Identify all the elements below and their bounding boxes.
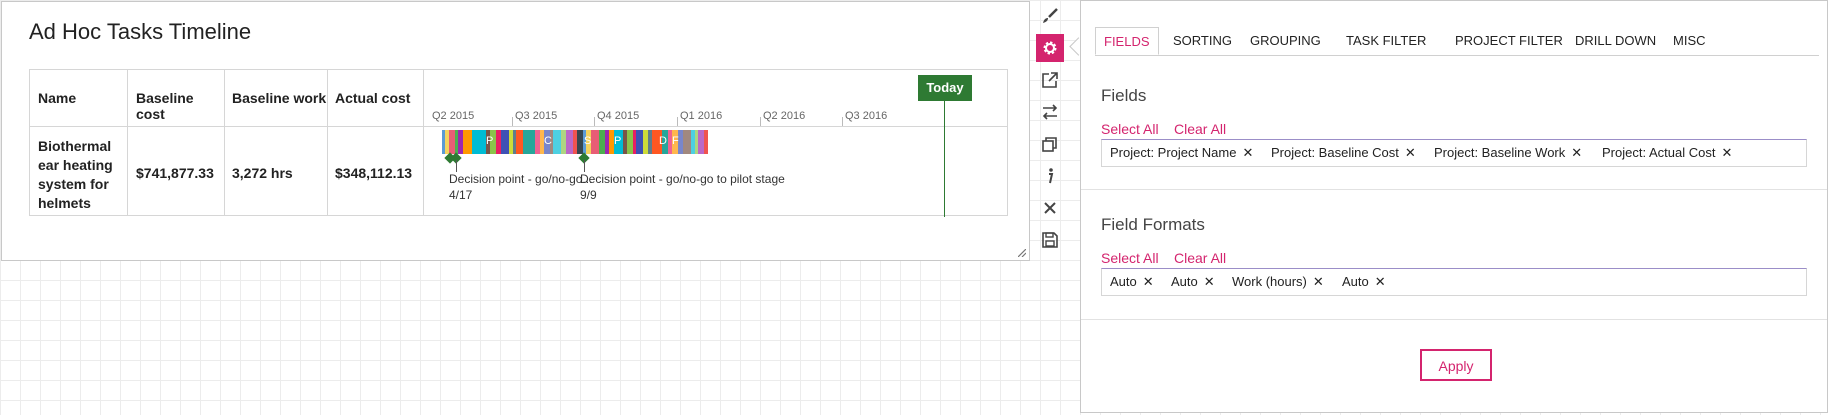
- format-chip: Auto ✕: [1110, 274, 1154, 290]
- brush-icon[interactable]: [1036, 2, 1064, 30]
- quarter-label: Q3 2016: [845, 110, 888, 122]
- format-chip: Auto ✕: [1171, 274, 1215, 290]
- remove-chip-icon[interactable]: ✕: [1313, 274, 1324, 290]
- fields-title: Fields: [1101, 86, 1147, 105]
- tab-fields[interactable]: FIELDS: [1095, 27, 1159, 55]
- task-bar-label: C: [544, 135, 552, 147]
- today-line: [944, 101, 945, 217]
- formats-chip-list: Auto ✕ Auto ✕ Work (hours) ✕ Auto ✕: [1101, 268, 1807, 296]
- task-bar[interactable]: [636, 130, 643, 154]
- remove-chip-icon[interactable]: ✕: [1721, 145, 1732, 161]
- quarter-label: Q4 2015: [597, 110, 640, 122]
- task-bar[interactable]: [591, 130, 599, 154]
- task-bar[interactable]: [683, 130, 691, 154]
- task-bar[interactable]: [472, 130, 486, 154]
- save-icon[interactable]: [1036, 226, 1064, 254]
- field-chip: Project: Actual Cost ✕: [1602, 145, 1733, 161]
- gear-icon[interactable]: [1036, 34, 1064, 62]
- tab-sorting[interactable]: SORTING: [1165, 27, 1240, 55]
- col-actual-cost: Actual cost: [328, 70, 424, 215]
- field-formats-title: Field Formats: [1101, 215, 1205, 234]
- quarter-tick: [677, 117, 678, 126]
- copy-icon[interactable]: [1036, 130, 1064, 158]
- quarter-label: Q1 2016: [680, 110, 723, 122]
- swap-icon[interactable]: [1036, 98, 1064, 126]
- format-chip: Work (hours) ✕: [1232, 274, 1324, 290]
- field-chip: Project: Baseline Cost ✕: [1271, 145, 1416, 161]
- gantt-timeline: Q2 2015 Q3 2015 Q4 2015 Q1 2016 Q2 2016 …: [424, 70, 1007, 217]
- timeline-widget: Ad Hoc Tasks Timeline Name Baseline cost…: [1, 1, 1030, 261]
- info-icon[interactable]: [1036, 162, 1064, 190]
- section-divider: [1081, 319, 1827, 320]
- quarter-tick: [760, 117, 761, 126]
- field-chip: Project: Project Name ✕: [1110, 145, 1254, 161]
- header-name: Name: [38, 90, 77, 106]
- task-bar[interactable]: [704, 130, 708, 154]
- tab-task-filter[interactable]: TASK FILTER: [1338, 27, 1434, 55]
- task-bar[interactable]: [553, 130, 561, 154]
- fields-select-all-link[interactable]: Select All: [1101, 121, 1159, 137]
- remove-chip-icon[interactable]: ✕: [1405, 145, 1416, 161]
- milestone-label: Decision point - go/no-go to pilot stage…: [580, 172, 785, 202]
- task-bar-label: P: [486, 135, 494, 147]
- remove-chip-icon[interactable]: ✕: [1571, 145, 1582, 161]
- section-divider: [1081, 189, 1827, 190]
- widget-title: Ad Hoc Tasks Timeline: [29, 19, 252, 44]
- settings-tabs: FIELDS SORTING GROUPING TASK FILTER PROJ…: [1095, 27, 1819, 56]
- tab-misc[interactable]: MISC: [1665, 27, 1714, 55]
- task-bar-label: P: [614, 135, 622, 147]
- task-bar-label: F: [672, 135, 679, 147]
- remove-chip-icon[interactable]: ✕: [1375, 274, 1386, 290]
- timeline-table: Name Baseline cost Baseline work Actual …: [29, 69, 1008, 217]
- quarter-label: Q3 2015: [515, 110, 558, 122]
- task-bar[interactable]: [516, 130, 523, 154]
- header-baseline-work: Baseline work: [232, 90, 327, 106]
- task-bar[interactable]: [566, 130, 573, 154]
- today-button[interactable]: Today: [918, 75, 972, 101]
- task-bar[interactable]: [463, 130, 472, 154]
- quarter-tick: [594, 117, 595, 126]
- remove-chip-icon[interactable]: ✕: [1242, 145, 1253, 161]
- quarter-label: Q2 2015: [432, 110, 475, 122]
- row-baseline-cost: $741,877.33: [136, 165, 214, 181]
- task-bar-label: S: [584, 135, 592, 147]
- tab-grouping[interactable]: GROUPING: [1242, 27, 1329, 55]
- remove-chip-icon[interactable]: ✕: [1143, 274, 1154, 290]
- task-bar-label: D: [659, 135, 667, 147]
- row-name: Biothermal ear heating system for helmet…: [38, 138, 113, 211]
- quarter-tick: [512, 117, 513, 126]
- tab-drill-down[interactable]: DRILL DOWN: [1567, 27, 1664, 55]
- col-baseline-cost: Baseline cost: [128, 70, 225, 215]
- task-bar[interactable]: [523, 130, 535, 154]
- format-chip: Auto ✕: [1342, 274, 1386, 290]
- row-baseline-work: 3,272 hrs: [232, 165, 293, 181]
- fields-clear-all-link[interactable]: Clear All: [1174, 121, 1226, 137]
- task-bar[interactable]: [501, 130, 509, 154]
- apply-button[interactable]: Apply: [1420, 349, 1492, 381]
- quarter-label: Q2 2016: [763, 110, 806, 122]
- col-baseline-work: Baseline work: [225, 70, 328, 215]
- external-link-icon[interactable]: [1036, 66, 1064, 94]
- row-actual-cost: $348,112.13: [335, 165, 413, 181]
- remove-chip-icon[interactable]: ✕: [1204, 274, 1215, 290]
- settings-panel: FIELDS SORTING GROUPING TASK FILTER PROJ…: [1080, 0, 1828, 413]
- quarter-tick: [842, 117, 843, 126]
- resize-grip-icon[interactable]: [1018, 249, 1026, 257]
- formats-clear-all-link[interactable]: Clear All: [1174, 250, 1226, 266]
- field-chip: Project: Baseline Work ✕: [1434, 145, 1583, 161]
- milestone-label: Decision point - go/no-go... 4/17: [449, 172, 593, 202]
- header-actual-cost: Actual cost: [335, 90, 411, 106]
- tab-project-filter[interactable]: PROJECT FILTER: [1447, 27, 1571, 55]
- fields-chip-list: Project: Project Name ✕ Project: Baseline…: [1101, 139, 1807, 167]
- close-icon[interactable]: [1036, 194, 1064, 222]
- formats-select-all-link[interactable]: Select All: [1101, 250, 1159, 266]
- header-baseline-cost: Baseline cost: [136, 90, 194, 122]
